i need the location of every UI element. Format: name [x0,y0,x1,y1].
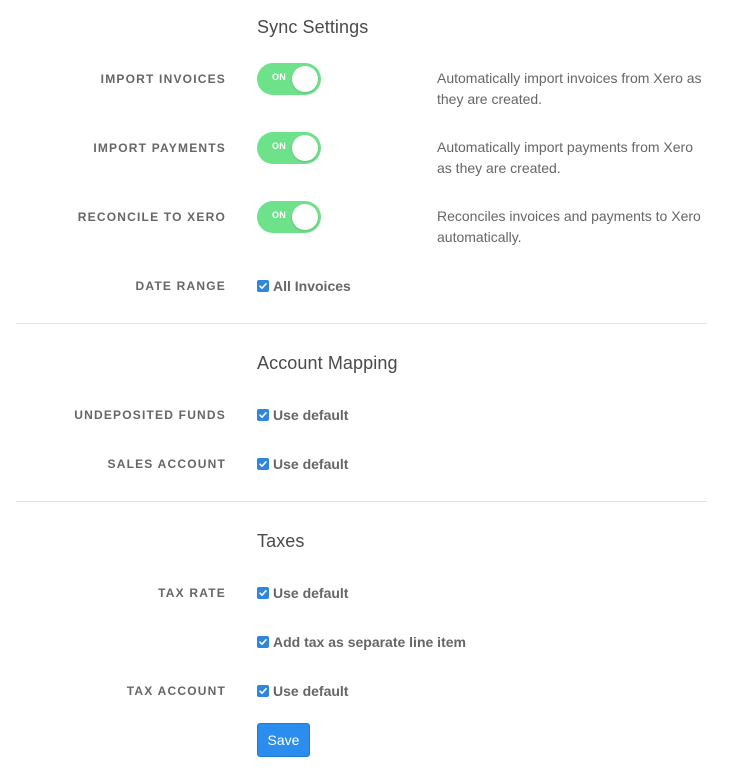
description-line: as they are created. [437,160,561,176]
toggle-knob [292,204,318,230]
toggle-on-text: ON [272,141,287,151]
sync-settings-title: Sync Settings [257,17,369,37]
all-invoices-checkbox[interactable]: All Invoices [257,278,351,294]
import-payments-label: IMPORT PAYMENTS [93,141,226,155]
sales-use-default-checkbox[interactable]: Use default [257,456,348,472]
description-line: Reconciles invoices and payments to Xero [437,208,701,224]
description-line: automatically. [437,229,522,245]
reconcile-label: RECONCILE TO XERO [77,210,226,224]
toggle-on-text: ON [272,210,287,220]
all-invoices-label: All Invoices [273,278,351,294]
tax-rate-label: TAX RATE [158,586,226,600]
save-button[interactable]: Save [257,723,310,757]
taxes-title: Taxes [257,531,305,551]
reconcile-description: Reconciles invoices and payments to Xero… [437,206,717,248]
import-invoices-toggle[interactable]: ON [257,63,321,95]
account-mapping-title: Account Mapping [257,353,398,373]
use-default-label: Use default [273,683,349,699]
checkmark-icon[interactable] [257,458,269,470]
checkmark-icon[interactable] [257,636,269,648]
tax-rate-use-default-checkbox[interactable]: Use default [257,585,348,601]
separate-line-item-label: Add tax as separate line item [273,634,466,650]
use-default-label: Use default [273,407,349,423]
date-range-label: DATE RANGE [135,279,226,293]
toggle-on-text: ON [272,72,287,82]
checkmark-icon[interactable] [257,409,269,421]
use-default-label: Use default [273,585,349,601]
description-line: Automatically import payments from Xero [437,139,693,155]
sales-account-label: SALES ACCOUNT [107,457,226,471]
section-divider [16,501,707,502]
reconcile-toggle[interactable]: ON [257,201,321,233]
separate-line-item-checkbox[interactable]: Add tax as separate line item [257,634,466,650]
description-line: they are created. [437,91,543,107]
checkmark-icon[interactable] [257,280,269,292]
tax-account-use-default-checkbox[interactable]: Use default [257,683,348,699]
checkmark-icon[interactable] [257,685,269,697]
toggle-knob [292,66,318,92]
section-divider [16,323,707,324]
description-line: Automatically import invoices from Xero … [437,70,702,86]
import-invoices-label: IMPORT INVOICES [100,72,226,86]
undeposited-use-default-checkbox[interactable]: Use default [257,407,348,423]
tax-account-label: TAX ACCOUNT [126,684,226,698]
toggle-knob [292,135,318,161]
import-invoices-description: Automatically import invoices from Xero … [437,68,717,110]
checkmark-icon[interactable] [257,587,269,599]
use-default-label: Use default [273,456,349,472]
import-payments-toggle[interactable]: ON [257,132,321,164]
undeposited-funds-label: UNDEPOSITED FUNDS [74,408,226,422]
import-payments-description: Automatically import payments from Xero … [437,137,717,179]
